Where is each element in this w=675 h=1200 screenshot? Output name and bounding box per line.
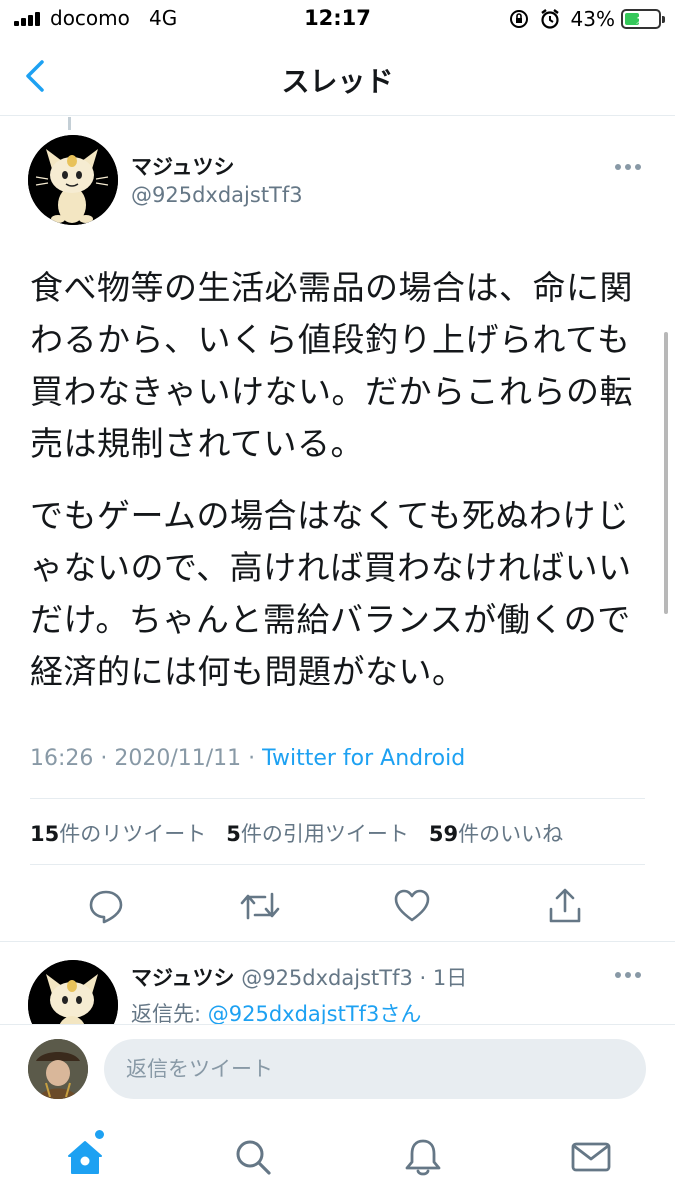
orientation-lock-icon — [509, 9, 529, 29]
reply-handle-time: @925dxdajstTf3 · 1日 — [234, 966, 468, 990]
thread-connector — [68, 117, 71, 130]
nav-header: スレッド — [0, 40, 675, 116]
reply-input[interactable] — [104, 1039, 646, 1099]
battery-charging-icon: ⚡ — [621, 9, 665, 29]
tab-bar — [0, 1120, 675, 1200]
quotes-count: 5 — [226, 822, 241, 846]
tab-notifications[interactable] — [398, 1132, 448, 1182]
retweet-icon — [240, 892, 280, 920]
status-bar: docomo 4G 12:17 43% ⚡ — [0, 0, 675, 40]
tweet-paragraph: でもゲームの場合はなくても死ぬわけじゃないので、高ければ買わなければいいだけ。ち… — [30, 496, 632, 691]
tab-search[interactable] — [228, 1132, 278, 1182]
divider — [0, 941, 675, 942]
reply-button[interactable] — [84, 884, 128, 928]
tweet-meta: 16:26 · 2020/11/11 · Twitter for Android — [30, 746, 465, 771]
alarm-icon — [539, 8, 561, 30]
scrollbar[interactable] — [664, 332, 668, 614]
notifications-icon — [405, 1139, 441, 1176]
reply-header: マジュツシ @925dxdajstTf3 · 1日 — [131, 962, 467, 992]
messages-icon — [571, 1142, 611, 1172]
retweet-button[interactable] — [238, 884, 282, 928]
tab-messages[interactable] — [566, 1132, 616, 1182]
page-title: スレッド — [281, 65, 394, 98]
divider — [30, 798, 645, 799]
retweets-count: 15 — [30, 822, 60, 846]
reply-composer — [0, 1024, 675, 1120]
more-options-icon[interactable] — [615, 162, 645, 172]
quotes-label: 件の引用ツイート — [240, 822, 409, 846]
reply-icon — [89, 890, 123, 924]
quotes-stat[interactable]: 5件の引用ツイート — [226, 818, 409, 848]
search-icon — [236, 1140, 271, 1175]
reply-to-prefix: 返信先: — [131, 1002, 208, 1026]
like-icon — [394, 889, 430, 922]
my-avatar[interactable] — [28, 1039, 88, 1099]
more-options-icon[interactable] — [615, 970, 645, 980]
battery-percent: 43% — [570, 7, 615, 31]
display-name[interactable]: マジュツシ — [131, 151, 235, 181]
retweets-stat[interactable]: 15件のリツイート — [30, 818, 206, 848]
home-icon — [68, 1141, 102, 1174]
likes-stat[interactable]: 59件のいいね — [429, 818, 563, 848]
reply-display-name[interactable]: マジュツシ — [131, 966, 235, 990]
tweet-paragraph: 食べ物等の生活必需品の場合は、命に関わるから、いくら値段釣り上げられても買わなき… — [30, 268, 633, 463]
avatar[interactable] — [28, 135, 118, 225]
user-handle[interactable]: @925dxdajstTf3 — [131, 183, 303, 207]
unread-dot — [95, 1130, 104, 1139]
meowth-avatar-icon — [28, 135, 118, 225]
likes-label: 件のいいね — [458, 822, 564, 846]
likes-count: 59 — [428, 822, 459, 846]
user-avatar-icon — [28, 1039, 88, 1099]
share-icon — [549, 888, 581, 923]
divider — [30, 864, 645, 865]
reply-to-link[interactable]: @925dxdajstTf3さん — [208, 1002, 422, 1026]
like-button[interactable] — [390, 884, 434, 928]
tweet-text: 食べ物等の生活必需品の場合は、命に関わるから、いくら値段釣り上げられても買わなき… — [30, 262, 642, 698]
tweet-source-link[interactable]: Twitter for Android — [262, 746, 465, 771]
retweets-label: 件のリツイート — [59, 822, 207, 846]
share-button[interactable] — [543, 884, 587, 928]
tweet-stats: 15件のリツイート 5件の引用ツイート 59件のいいね — [30, 818, 583, 848]
tweet-timestamp: 16:26 · 2020/11/11 · — [30, 746, 263, 771]
tab-home[interactable] — [60, 1132, 110, 1182]
